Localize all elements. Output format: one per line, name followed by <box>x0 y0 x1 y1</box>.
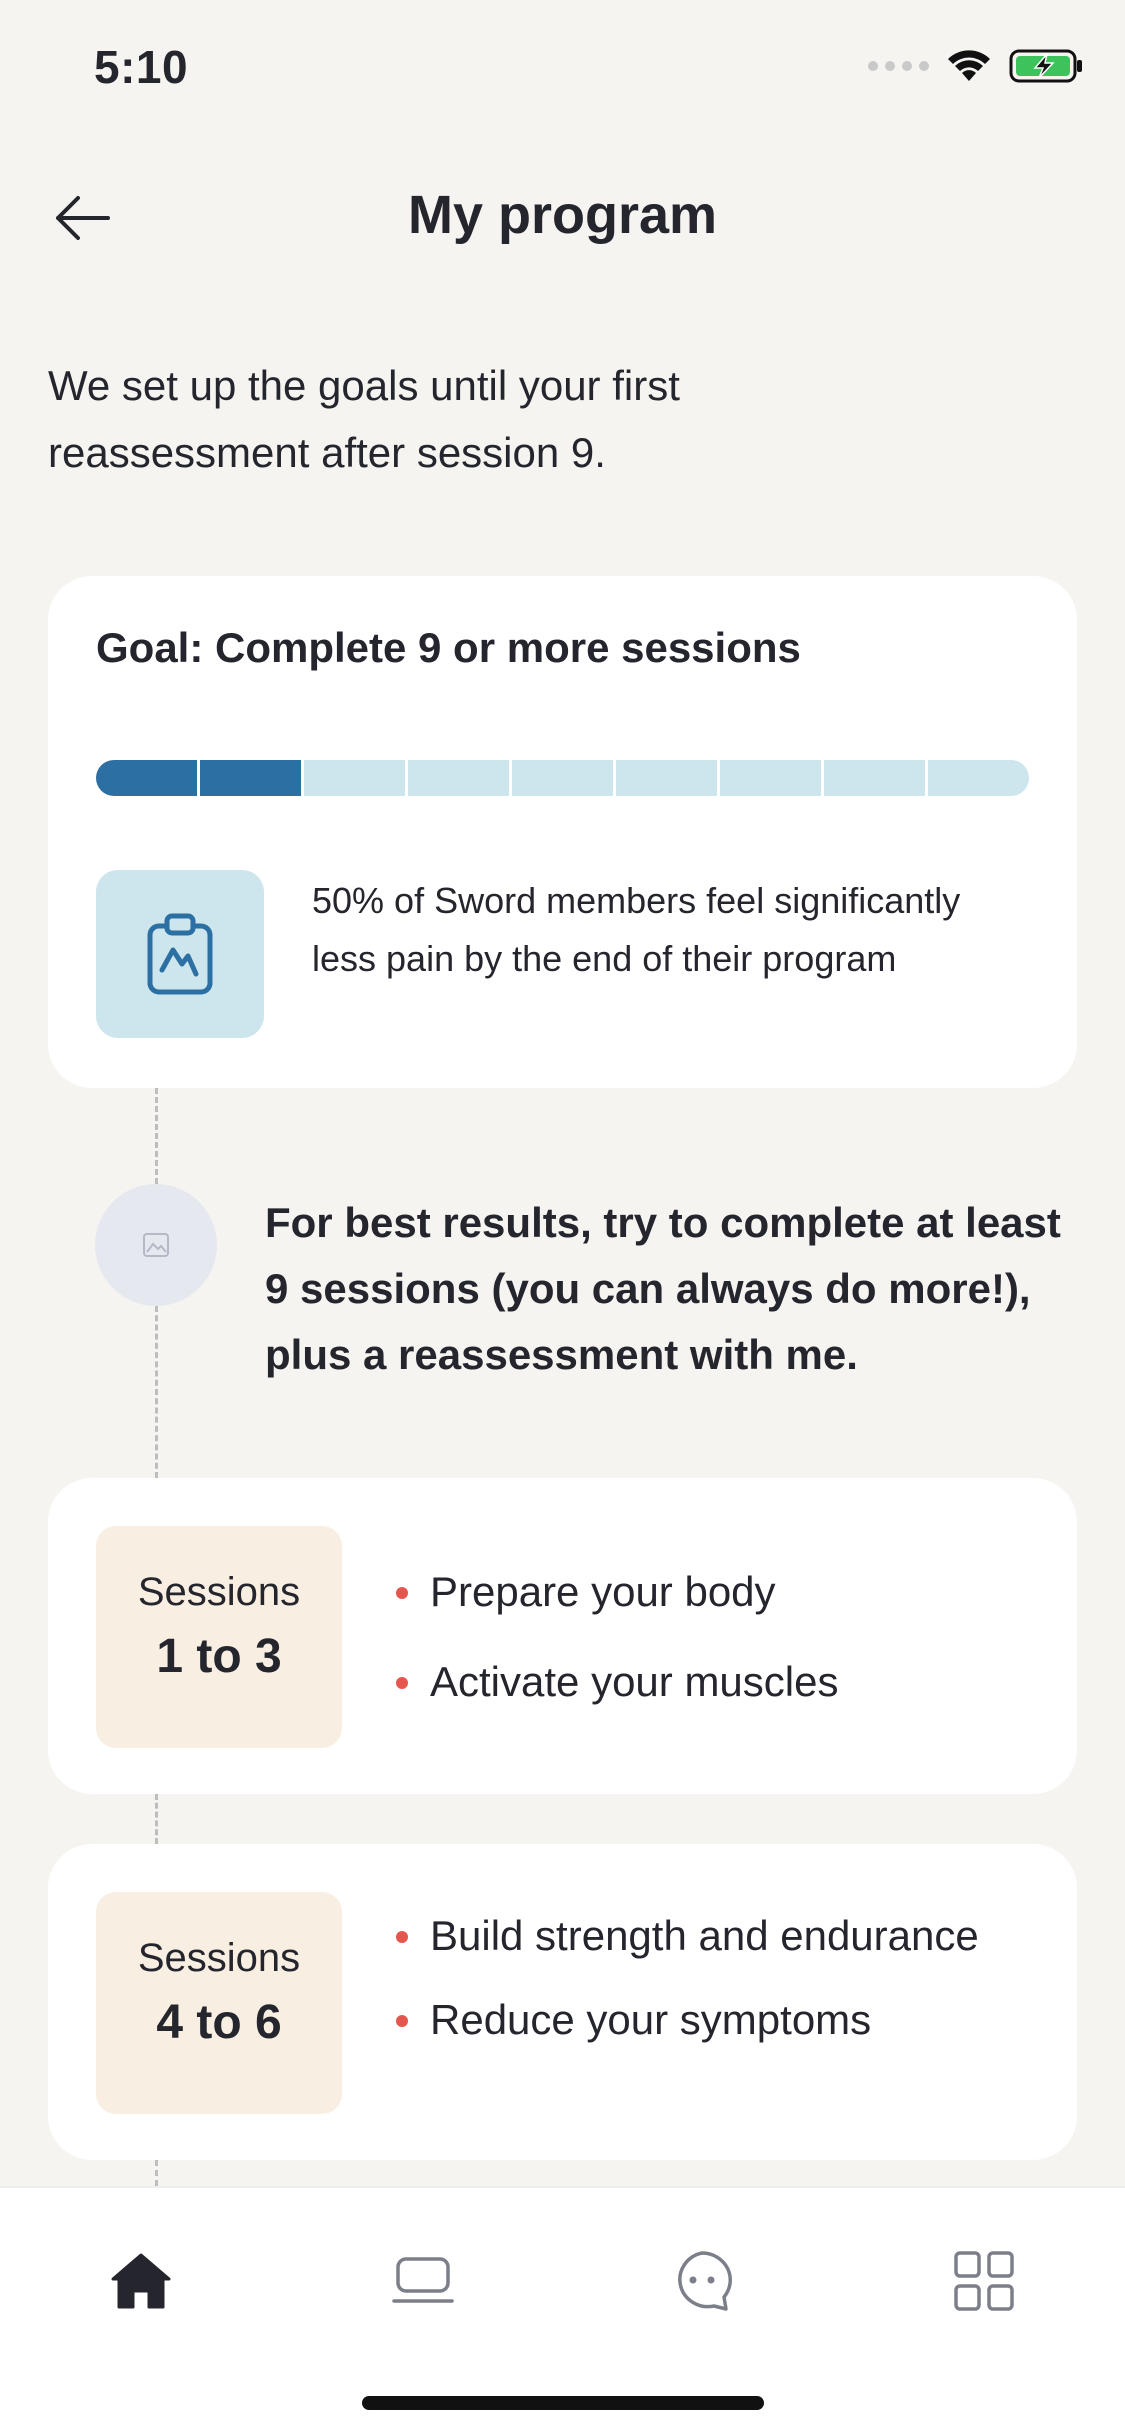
cellular-signal-icon <box>868 61 929 71</box>
tab-chat[interactable] <box>657 2236 747 2326</box>
timeline-connector <box>155 1306 158 1478</box>
coach-message: For best results, try to complete at lea… <box>265 1199 1061 1378</box>
progress-segment-remaining <box>720 760 821 796</box>
progress-segment-completed <box>200 760 301 796</box>
list-item: Activate your muscles <box>388 1652 1028 1712</box>
home-indicator <box>362 2396 764 2410</box>
chat-icon <box>678 2251 732 2311</box>
page-title: My program <box>407 185 718 245</box>
progress-segment-remaining <box>408 760 509 796</box>
progress-segment-remaining <box>824 760 925 796</box>
grid-icon <box>954 2251 1014 2311</box>
progress-segment-remaining <box>512 760 613 796</box>
tip-text: 50% of Sword members feel significantly … <box>312 880 961 979</box>
session-badge-label: Sessions <box>137 1570 301 1614</box>
tab-sessions[interactable] <box>378 2236 468 2326</box>
tab-menu[interactable] <box>939 2236 1029 2326</box>
session-badge-range: 4 to 6 <box>156 1996 282 2049</box>
coach-avatar <box>95 1184 217 1306</box>
tip-icon-box <box>96 870 264 1038</box>
status-bar: 5:10 <box>0 0 1125 140</box>
nav-bar: My program <box>0 170 1125 260</box>
image-placeholder-icon <box>143 1233 169 1257</box>
session-card-2: Sessions 4 to 6 Build strength and endur… <box>48 1844 1077 2160</box>
intro-text: We set up the goals until your first rea… <box>48 362 680 476</box>
wifi-icon <box>948 50 990 81</box>
laptop-icon <box>392 2257 454 2303</box>
session-goal-list: Prepare your body Activate your muscles <box>388 1562 1028 1712</box>
battery-charging-icon <box>1009 49 1082 83</box>
progress-segment-remaining <box>304 760 405 796</box>
timeline-connector <box>155 2160 158 2186</box>
goal-title: Goal: Complete 9 or more sessions <box>96 624 801 671</box>
status-icons <box>868 48 1085 84</box>
session-goal-list: Build strength and endurance Reduce your… <box>388 1906 1028 2050</box>
session-badge-label: Sessions <box>137 1936 301 1980</box>
tab-home[interactable] <box>96 2236 186 2326</box>
status-time: 5:10 <box>94 41 189 93</box>
timeline-connector <box>155 1088 158 1184</box>
clipboard-chart-icon <box>147 913 213 995</box>
session-badge-range: 1 to 3 <box>156 1630 282 1683</box>
list-item: Build strength and endurance <box>388 1906 1028 1966</box>
progress-segment-completed <box>96 760 197 796</box>
list-item: Prepare your body <box>388 1562 1028 1622</box>
timeline-connector <box>155 1794 158 1844</box>
session-badge: Sessions 1 to 3 <box>96 1526 342 1748</box>
progress-segment-remaining <box>616 760 717 796</box>
progress-segment-remaining <box>928 760 1029 796</box>
list-item: Reduce your symptoms <box>388 1990 1028 2050</box>
session-card-1: Sessions 1 to 3 Prepare your body Activa… <box>48 1478 1077 1794</box>
home-icon <box>111 2253 171 2309</box>
goal-card: Goal: Complete 9 or more sessions 50% of… <box>48 576 1077 1088</box>
session-badge: Sessions 4 to 6 <box>96 1892 342 2114</box>
session-progress-bar <box>96 760 1029 796</box>
